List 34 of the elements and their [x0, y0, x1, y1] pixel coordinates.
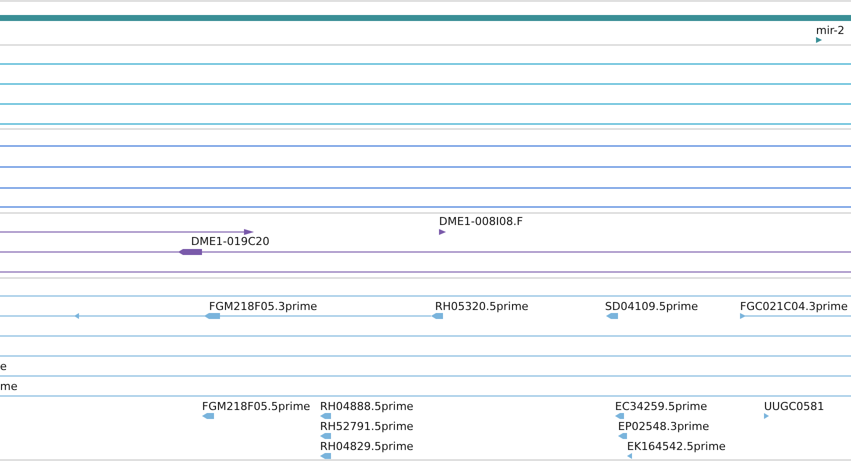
- feature-label: RH04888.5prime: [320, 400, 414, 413]
- feature-glyph[interactable]: [439, 229, 446, 235]
- feature-label: FGC021C04.3prime: [740, 300, 848, 313]
- feature-glyph[interactable]: [0, 229, 254, 235]
- feature-glyph[interactable]: [740, 313, 851, 319]
- feature-label: FGM218F05.5prime: [202, 400, 310, 413]
- feature-label: UUGC0581: [764, 400, 824, 413]
- feature-glyph[interactable]: [615, 413, 624, 419]
- feature-glyph[interactable]: [431, 313, 443, 319]
- feature-glyph[interactable]: [202, 413, 214, 419]
- feature-glyph[interactable]: [816, 37, 822, 43]
- feature-label: RH52791.5prime: [320, 420, 414, 433]
- feature-label: EK164542.5prime: [627, 440, 726, 453]
- feature-label: me: [0, 380, 18, 393]
- feature-glyph[interactable]: [627, 453, 632, 459]
- feature-label: DME1-008I08.F: [439, 215, 523, 228]
- feature-glyph[interactable]: [0, 313, 432, 319]
- feature-glyph[interactable]: [320, 413, 331, 419]
- feature-glyph[interactable]: [606, 313, 618, 319]
- feature-label: EP02548.3prime: [618, 420, 710, 433]
- feature-label: EC34259.5prime: [615, 400, 708, 413]
- feature-glyph[interactable]: [618, 433, 627, 439]
- feature-label: e: [0, 360, 7, 373]
- feature-glyph[interactable]: [764, 413, 769, 419]
- feature-glyph[interactable]: [204, 313, 220, 319]
- feature-label: RH05320.5prime: [435, 300, 528, 313]
- feature-glyph[interactable]: [320, 453, 331, 459]
- feature-glyph[interactable]: [320, 433, 331, 439]
- feature-label: DME1-019C20: [191, 235, 270, 248]
- feature-label: mir-2: [816, 24, 845, 37]
- feature-label: SD04109.5prime: [605, 300, 698, 313]
- feature-label: RH04829.5prime: [320, 440, 414, 453]
- feature-glyph[interactable]: [178, 249, 202, 255]
- feature-label: FGM218F05.3prime: [209, 300, 318, 313]
